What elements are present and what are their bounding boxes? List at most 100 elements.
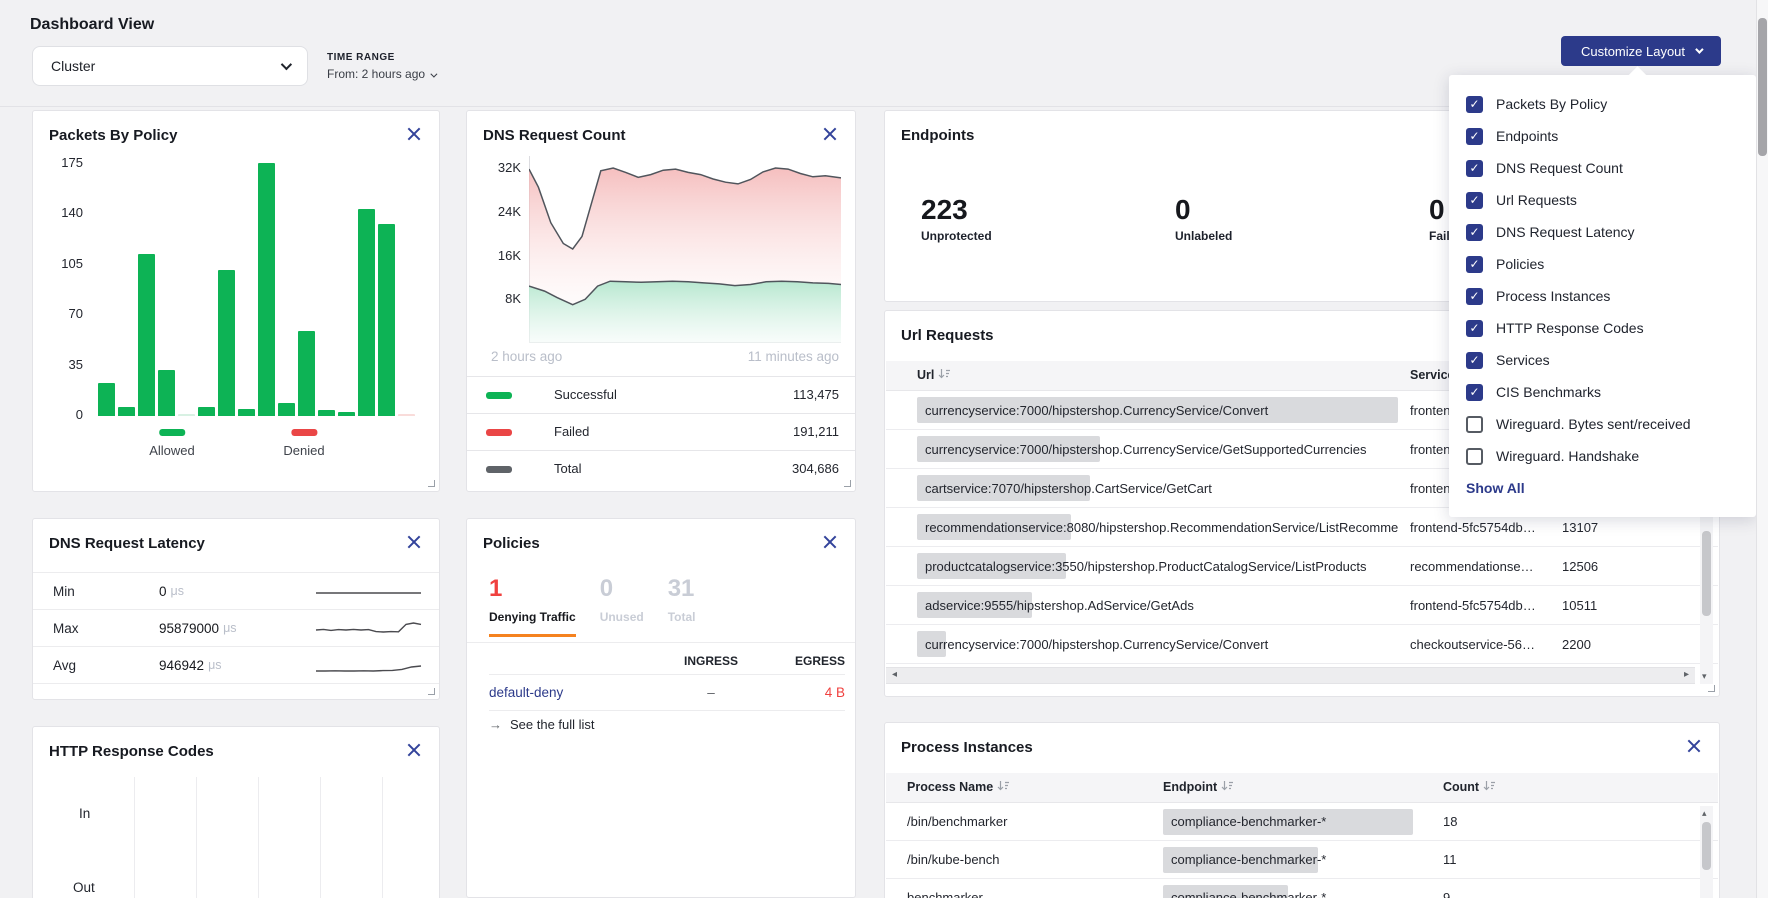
tab-total[interactable]: 31 Total: [668, 577, 696, 637]
close-process-instances-icon[interactable]: [1685, 737, 1703, 755]
scroll-up-icon[interactable]: ▴: [1702, 808, 1707, 819]
customize-layout-menu: ✓Packets By Policy✓Endpoints✓DNS Request…: [1449, 75, 1756, 517]
tab-denying-traffic[interactable]: 1 Denying Traffic: [489, 577, 576, 637]
menu-item-wireguard-bytes-sent-received[interactable]: Wireguard. Bytes sent/received: [1449, 408, 1756, 440]
process-table-row[interactable]: /bin/kube-benchcompliance-benchmarker-*1…: [886, 841, 1718, 879]
checkbox-checked-icon[interactable]: ✓: [1466, 96, 1483, 113]
close-dns-request-count-icon[interactable]: [821, 125, 839, 143]
checkbox-checked-icon[interactable]: ✓: [1466, 128, 1483, 145]
panel-title: Endpoints: [901, 127, 974, 144]
count-cell: 10511: [1562, 586, 1652, 624]
menu-item-policies[interactable]: ✓Policies: [1449, 248, 1756, 280]
show-all-link[interactable]: Show All: [1466, 480, 1525, 496]
resize-handle[interactable]: [844, 480, 851, 487]
service-cell: frontend-5fc5754db…: [1410, 586, 1555, 624]
column-header-count[interactable]: Count: [1443, 780, 1496, 794]
count-cell: 12506: [1562, 547, 1652, 585]
panel-title: DNS Request Latency: [49, 535, 205, 552]
menu-item-services[interactable]: ✓Services: [1449, 344, 1756, 376]
y-tick-label: 70: [69, 306, 83, 321]
policy-link[interactable]: default-deny: [489, 685, 669, 700]
menu-item-endpoints[interactable]: ✓ Endpoints: [1449, 120, 1756, 152]
menu-item-process-instances[interactable]: ✓Process Instances: [1449, 280, 1756, 312]
column-header-process-name[interactable]: Process Name: [907, 780, 1010, 794]
row-label-out: Out: [73, 880, 95, 895]
checkbox-checked-icon[interactable]: ✓: [1466, 384, 1483, 401]
menu-item-http-response-codes[interactable]: ✓ HTTP Response Codes: [1449, 312, 1756, 344]
endpoint-cell: compliance-benchmarker-*: [1163, 803, 1428, 840]
heatmap-grid: [134, 777, 438, 898]
tab-unused[interactable]: 0 Unused: [600, 577, 644, 637]
checkbox-unchecked-icon[interactable]: [1466, 448, 1483, 465]
allowed-bar: [378, 224, 395, 416]
checkbox-checked-icon[interactable]: ✓: [1466, 160, 1483, 177]
resize-handle[interactable]: [428, 688, 435, 695]
y-axis-labels: 03570105140175: [47, 111, 83, 491]
url-table-row[interactable]: productcatalogservice:3550/hipstershop.P…: [886, 547, 1718, 586]
checkbox-checked-icon[interactable]: ✓: [1466, 256, 1483, 273]
resize-handle[interactable]: [1708, 685, 1715, 692]
panel-packets-by-policy: Packets By Policy 03570105140175 Allowed…: [32, 110, 440, 492]
menu-item-wireguard-handshake[interactable]: Wireguard. Handshake: [1449, 440, 1756, 472]
menu-item-dns-request-latency[interactable]: ✓ DNS Request Latency: [1449, 216, 1756, 248]
process-name-cell: /bin/benchmarker: [907, 803, 1147, 840]
column-header-endpoint[interactable]: Endpoint: [1163, 780, 1234, 794]
checkbox-checked-icon[interactable]: ✓: [1466, 320, 1483, 337]
url-table-row[interactable]: currencyservice:7000/hipstershop.Currenc…: [886, 625, 1718, 664]
page-scrollbar-thumb[interactable]: [1758, 18, 1767, 156]
url-table-row[interactable]: adservice:9555/hipstershop.AdService/Get…: [886, 586, 1718, 625]
endpoint-text: compliance-benchmarker-*: [1163, 814, 1326, 829]
close-http-response-codes-icon[interactable]: [405, 741, 423, 759]
process-table-row[interactable]: benchmarkercompliance-benchmarker-*9: [886, 879, 1718, 898]
sort-icon: [997, 780, 1010, 792]
horizontal-scrollbar[interactable]: ◂ ▸: [886, 667, 1695, 684]
y-tick-label: 32K: [498, 160, 521, 175]
menu-item-packets-by-policy[interactable]: ✓Packets By Policy: [1449, 88, 1756, 120]
url-text: currencyservice:7000/hipstershop.Currenc…: [917, 442, 1367, 457]
allowed-bar: [238, 409, 255, 416]
scroll-right-icon[interactable]: ▸: [1684, 669, 1689, 680]
legend-label: Successful: [554, 387, 617, 402]
checkbox-checked-icon[interactable]: ✓: [1466, 288, 1483, 305]
endpoint-cell: compliance-benchmarker-*: [1163, 841, 1428, 878]
sort-icon: [1483, 780, 1496, 792]
time-range-from[interactable]: From: 2 hours ago: [327, 67, 435, 81]
checkbox-unchecked-icon[interactable]: [1466, 416, 1483, 433]
menu-item-cis-benchmarks[interactable]: ✓CIS Benchmarks: [1449, 376, 1756, 408]
menu-item-url-requests[interactable]: ✓Url Requests: [1449, 184, 1756, 216]
vertical-scrollbar[interactable]: ▴: [1700, 806, 1713, 898]
endpoint-text: compliance-benchmarker-*: [1163, 852, 1326, 867]
column-header-url[interactable]: Url: [917, 368, 951, 382]
count-cell: 11: [1443, 841, 1533, 878]
menu-item-label: Endpoints: [1496, 128, 1558, 144]
allowed-bar: [278, 403, 295, 416]
menu-item-label: DNS Request Count: [1496, 160, 1623, 176]
resize-handle[interactable]: [428, 480, 435, 487]
checkbox-checked-icon[interactable]: ✓: [1466, 224, 1483, 241]
policy-row-default-deny: default-deny – 4 B: [489, 675, 845, 711]
checkbox-checked-icon[interactable]: ✓: [1466, 352, 1483, 369]
close-packets-by-policy-icon[interactable]: [405, 125, 423, 143]
customize-layout-button[interactable]: Customize Layout: [1561, 36, 1721, 66]
scroll-left-icon[interactable]: ◂: [892, 669, 897, 680]
column-header-service[interactable]: Service: [1410, 368, 1454, 382]
count-cell: 18: [1443, 803, 1533, 840]
legend-row-failed: Failed191,211: [467, 413, 855, 450]
process-table-row[interactable]: /bin/benchmarker compliance-benchmarker-*…: [886, 803, 1718, 841]
checkbox-checked-icon[interactable]: ✓: [1466, 192, 1483, 209]
url-text: cartservice:7070/hipstershop.CartService…: [917, 481, 1212, 496]
view-selector[interactable]: Cluster: [32, 46, 308, 86]
menu-item-dns-request-count[interactable]: ✓ DNS Request Count: [1449, 152, 1756, 184]
menu-item-label: DNS Request Latency: [1496, 224, 1635, 240]
page-scrollbar[interactable]: [1756, 0, 1768, 898]
chevron-down-icon: [1695, 45, 1703, 53]
menu-item-label: Wireguard. Handshake: [1496, 448, 1639, 464]
endpoint-cell: compliance-benchmarker-*: [1163, 879, 1428, 898]
close-dns-request-latency-icon[interactable]: [405, 533, 423, 551]
see-full-list-link[interactable]: →See the full list: [489, 717, 595, 732]
close-policies-icon[interactable]: [821, 533, 839, 551]
scroll-down-icon[interactable]: ▾: [1702, 671, 1707, 682]
url-text: adservice:9555/hipstershop.AdService/Get…: [917, 598, 1194, 613]
legend-row-successful: Successful113,475: [467, 376, 855, 413]
menu-item-label: HTTP Response Codes: [1496, 320, 1644, 336]
